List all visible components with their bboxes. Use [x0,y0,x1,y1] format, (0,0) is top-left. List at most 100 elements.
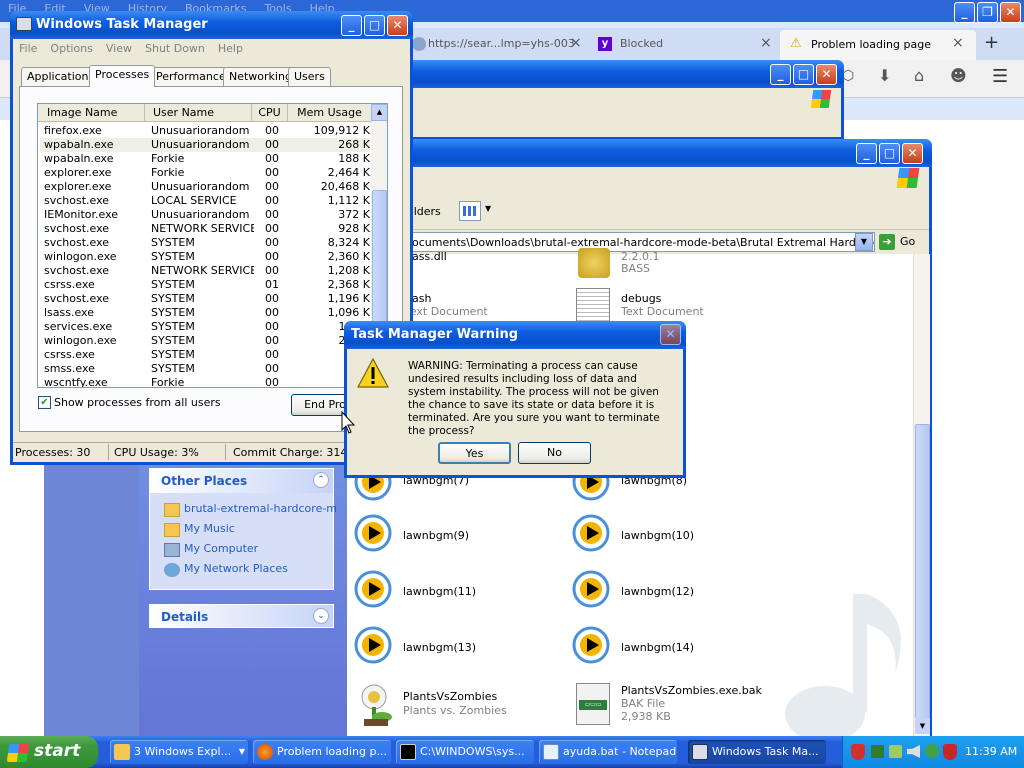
process-row[interactable]: firefox.exe Unusuariorandom 00 109,912 K [40,124,370,138]
taskbar-item-explorer[interactable]: 3 Windows Expl... ▼ [110,740,248,764]
taskbar-item-cmd[interactable]: C:\WINDOWS\sys... [396,740,534,764]
process-row[interactable]: csrss.exe SYSTEM 01 2,368 K [40,278,370,292]
taskmgr-menu-file[interactable]: File [19,42,37,55]
show-all-users-checkbox[interactable]: ✔ [38,396,51,409]
scroll-down-arrow[interactable]: ▼ [915,718,930,734]
dialog-close-button[interactable]: ✕ [660,324,681,345]
taskbar-item-notepad[interactable]: ayuda.bat - Notepad [539,740,677,764]
show-all-users-label[interactable]: Show processes from all users [54,396,221,409]
details-panel[interactable]: Details ⌄ [149,604,334,628]
process-row[interactable]: wpabaln.exe Forkie 00 188 K [40,152,370,166]
browser-minimize-button[interactable]: _ [954,2,975,23]
taskmgr-maximize-button[interactable]: □ [364,15,385,36]
clock[interactable]: 11:39 AM [965,745,1017,758]
network-icon[interactable] [889,745,902,758]
tab-processes[interactable]: Processes [89,65,156,87]
address-input[interactable]: ocuments\Downloads\brutal-extremal-hardc… [409,232,875,252]
file-name[interactable]: lawnbgm(10) [621,529,694,542]
tab-problem-loading[interactable]: ⚠ Problem loading page × [780,30,976,60]
process-row[interactable]: svchost.exe NETWORK SERVICE 00 928 K [40,222,370,236]
process-row[interactable]: explorer.exe Unusuariorandom 00 20,468 K [40,180,370,194]
bass-dll-icon[interactable] [578,248,610,278]
dialog-no-button[interactable]: No [518,442,591,464]
taskmgr-menu-shutdown[interactable]: Shut Down [145,42,205,55]
address-dropdown-button[interactable]: ▼ [855,233,873,251]
antivirus-icon[interactable] [943,744,957,760]
taskbar-item-firefox[interactable]: Problem loading p... [253,740,391,764]
file-name[interactable]: lawnbgm(14) [621,641,694,654]
column-cpu[interactable]: CPU [252,104,288,122]
taskbar-item-task-manager[interactable]: Windows Task Ma... [688,740,826,764]
new-tab-button[interactable]: + [984,32,999,53]
taskmgr-close-button[interactable]: ✕ [387,15,408,36]
explorer-close-button[interactable]: ✕ [902,143,923,164]
process-row[interactable]: csrss.exeSYSTEM00944 [40,348,370,362]
close-icon[interactable]: × [760,35,772,51]
file-name[interactable]: ash [412,292,431,305]
file-name[interactable]: lawnbgm(11) [403,585,476,598]
dialog-yes-button[interactable]: Yes [438,442,511,464]
media-file-icon[interactable] [354,569,392,613]
file-name[interactable]: PlantsVsZombies [403,690,497,703]
speaker-icon[interactable] [907,745,920,758]
process-row[interactable]: svchost.exe LOCAL SERVICE 00 1,112 K [40,194,370,208]
taskmgr-menu-help[interactable]: Help [218,42,243,55]
close-icon[interactable]: × [570,35,582,51]
views-icon[interactable] [459,201,481,221]
process-row[interactable]: IEMonitor.exe Unusuariorandom 00 372 K [40,208,370,222]
smiley-icon[interactable]: ☻ [950,66,967,85]
close-button[interactable]: ✕ [816,64,837,85]
process-row[interactable]: explorer.exe Forkie 00 2,464 K [40,166,370,180]
scroll-thumb[interactable] [915,424,930,724]
tab-users[interactable]: Users [288,67,331,87]
taskmgr-menu-options[interactable]: Options [50,42,92,55]
maximize-button[interactable]: □ [793,64,814,85]
explorer-scrollbar[interactable]: ▼ [913,254,930,736]
scroll-up-arrow[interactable]: ▲ [371,104,387,121]
place-link-folder[interactable]: brutal-extremal-hardcore-m [184,502,337,515]
plants-vs-zombies-icon[interactable] [354,681,398,727]
media-file-icon[interactable] [572,513,610,557]
scroll-thumb[interactable] [372,190,387,330]
column-mem-usage[interactable]: Mem Usage [288,104,372,122]
browser-restore-button[interactable]: ❐ [977,2,998,23]
tab-blocked[interactable]: y Blocked × [598,32,778,58]
file-name[interactable]: lawnbgm(12) [621,585,694,598]
process-row[interactable]: svchost.exe NETWORK SERVICE 00 1,208 K [40,264,370,278]
process-row[interactable]: lsass.exe SYSTEM 00 1,096 K [40,306,370,320]
place-link-my-computer[interactable]: My Computer [184,542,258,555]
globe-tray-icon[interactable] [925,744,939,758]
file-name[interactable]: lawnbgm(13) [403,641,476,654]
file-name[interactable]: debugs [621,292,661,305]
file-name[interactable]: lawnbgm(9) [403,529,469,542]
hamburger-menu-icon[interactable]: ☰ [992,66,1008,87]
browser-close-button[interactable]: ✕ [1000,2,1021,23]
tab-networking[interactable]: Networking [223,67,298,87]
process-row[interactable]: wscntfy.exeForkie00444 [40,376,370,387]
download-icon[interactable]: ⬇ [878,66,891,85]
start-button[interactable]: start [0,736,98,768]
process-row[interactable]: smss.exeSYSTEM0032 [40,362,370,376]
chevron-down-icon[interactable]: ▼ [485,204,491,213]
shield-icon[interactable] [851,744,865,760]
taskmgr-menu-view[interactable]: View [106,42,132,55]
file-name[interactable]: PlantsVsZombies.exe.bak [621,684,762,697]
place-link-my-network[interactable]: My Network Places [184,562,288,575]
home-icon[interactable]: ⌂ [914,66,924,85]
security-icon[interactable] [871,745,884,758]
media-file-icon[interactable] [572,569,610,613]
go-arrow-icon[interactable]: ➜ [879,234,895,250]
go-button[interactable]: Go [900,235,915,248]
explorer-minimize-button[interactable]: _ [856,143,877,164]
process-row[interactable]: winlogon.exe SYSTEM 00 2,360 K [40,250,370,264]
minimize-button[interactable]: _ [770,64,791,85]
close-icon[interactable]: × [952,35,964,51]
column-image-name[interactable]: Image Name [38,104,145,122]
file-name[interactable]: ass.dll [412,250,447,263]
bak-file-icon[interactable]: ▭▭▭ [576,683,610,725]
media-file-icon[interactable] [354,625,392,669]
process-row[interactable]: svchost.exe SYSTEM 00 8,324 K [40,236,370,250]
explorer-maximize-button[interactable]: □ [879,143,900,164]
place-link-my-music[interactable]: My Music [184,522,235,535]
expand-chevron-icon[interactable]: ⌄ [313,608,329,624]
